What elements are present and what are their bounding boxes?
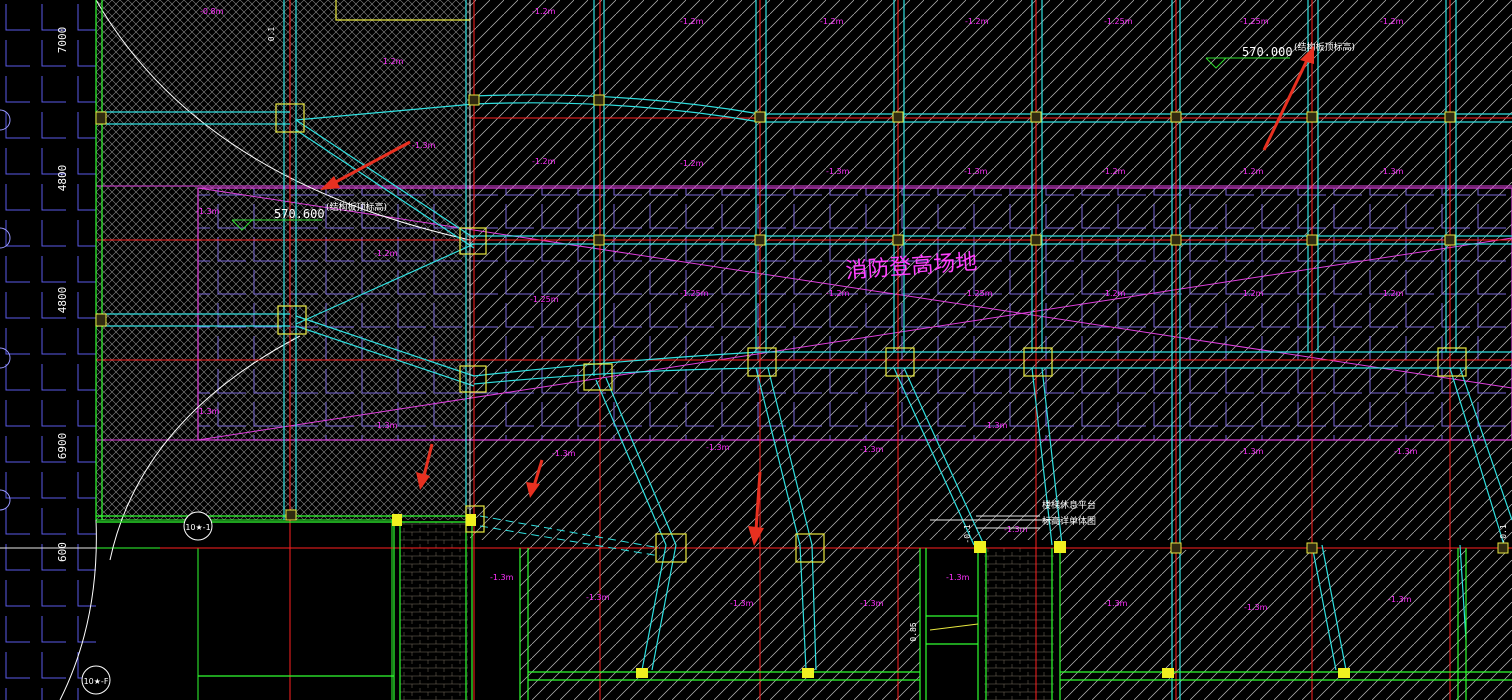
slab-mark: -1.3m xyxy=(860,599,884,608)
slab-mark: -1.2m xyxy=(820,17,844,26)
slab-mark: -1.3m xyxy=(1244,603,1268,612)
grid-marker-2: 10★-F xyxy=(84,677,109,686)
slab-mark: -1.3m xyxy=(374,421,398,430)
tick-3: -0.1 xyxy=(1499,524,1508,543)
slab-mark: -1.3m xyxy=(412,141,436,150)
elev-note-top-right: (结构板顶标高) xyxy=(1294,41,1355,53)
brick-strip-2 xyxy=(984,548,1054,700)
slab-mark: -1.2m xyxy=(1380,17,1404,26)
dim-600: 600 xyxy=(56,542,69,562)
slab-mark: -1.3m xyxy=(730,599,754,608)
elev-note-left: (结构板顶标高) xyxy=(326,201,387,213)
platform-note-line-2: 标高详单体图 xyxy=(1042,515,1096,527)
slab-mark: -1.25m xyxy=(1104,17,1133,26)
dim-4800-a: 4800 xyxy=(56,165,69,192)
slab-mark: -1.2m xyxy=(374,249,398,258)
slab-mark: -1.3m xyxy=(1240,447,1264,456)
slab-mark: -0.8m xyxy=(200,7,224,16)
slab-mark: -1.3m xyxy=(1380,167,1404,176)
slab-mark: -1.2m xyxy=(680,17,704,26)
brick-strip-1 xyxy=(400,522,468,700)
slab-mark: -1.2m xyxy=(680,159,704,168)
slab-mark: -1.25m xyxy=(530,295,559,304)
lower-deck-hatch xyxy=(520,540,920,700)
fire-access-zone xyxy=(197,187,1512,441)
slab-mark: -1.3m xyxy=(1104,599,1128,608)
slab-mark: -1.25m xyxy=(964,289,993,298)
dim-6900: 6900 xyxy=(56,433,69,460)
tick-4: 0.85 xyxy=(909,622,918,641)
building-block xyxy=(96,520,392,700)
slab-mark: -1.2m xyxy=(1102,167,1126,176)
slab-mark: -1.3m xyxy=(196,207,220,216)
slab-mark: -1.2m xyxy=(965,17,989,26)
slab-mark: -1.3m xyxy=(826,167,850,176)
slab-mark: -1.3m xyxy=(552,449,576,458)
grid-bubble-2: 10★-F xyxy=(81,665,111,695)
elev-value-left: 570.600 xyxy=(274,207,325,221)
elev-value-top-right: 570.000 xyxy=(1242,45,1293,59)
grid-marker-1: 10★-1 xyxy=(185,523,210,532)
slab-mark: -1.3m xyxy=(706,443,730,452)
cad-drawing-canvas[interactable]: 10★-1 10★-F 7000 4800 4800 6900 600 0.1 … xyxy=(0,0,1512,700)
slab-mark: -1.3m xyxy=(196,407,220,416)
slab-mark: -1.2m xyxy=(1240,167,1264,176)
dim-4800-b: 4800 xyxy=(56,287,69,314)
slab-mark: -1.25m xyxy=(680,289,709,298)
tick-2: -0.1 xyxy=(963,524,972,543)
platform-note-line-1: 楼梯休息平台 xyxy=(1042,499,1096,511)
slab-mark: -1.2m xyxy=(1240,289,1264,298)
slab-mark: -1.2m xyxy=(380,57,404,66)
slab-mark: -1.3m xyxy=(1388,595,1412,604)
grid-bubble-1: 10★-1 xyxy=(183,511,213,541)
slab-mark: -1.2m xyxy=(532,7,556,16)
slab-mark: -1.3m xyxy=(1394,447,1418,456)
tick-1: 0.1 xyxy=(267,27,276,42)
slab-mark: -1.3m xyxy=(964,167,988,176)
dim-7000: 7000 xyxy=(56,27,69,54)
slab-mark: -1.3m xyxy=(946,573,970,582)
slab-mark: -1.3m xyxy=(860,445,884,454)
slab-mark: -1.3m xyxy=(1004,525,1028,534)
slab-mark: -1.2m xyxy=(1380,289,1404,298)
left-tile-area xyxy=(0,0,96,700)
tick-bracket xyxy=(929,623,979,631)
slab-mark: -1.3m xyxy=(490,573,514,582)
slab-mark: -1.2m xyxy=(826,289,850,298)
slab-mark: -1.3m xyxy=(984,421,1008,430)
slab-mark: -1.25m xyxy=(1240,17,1269,26)
lower-deck-hatch-2 xyxy=(1060,550,1512,700)
slab-mark: -1.3m xyxy=(586,593,610,602)
slab-mark: -1.2m xyxy=(532,157,556,166)
slab-mark: -1.2m xyxy=(1102,289,1126,298)
